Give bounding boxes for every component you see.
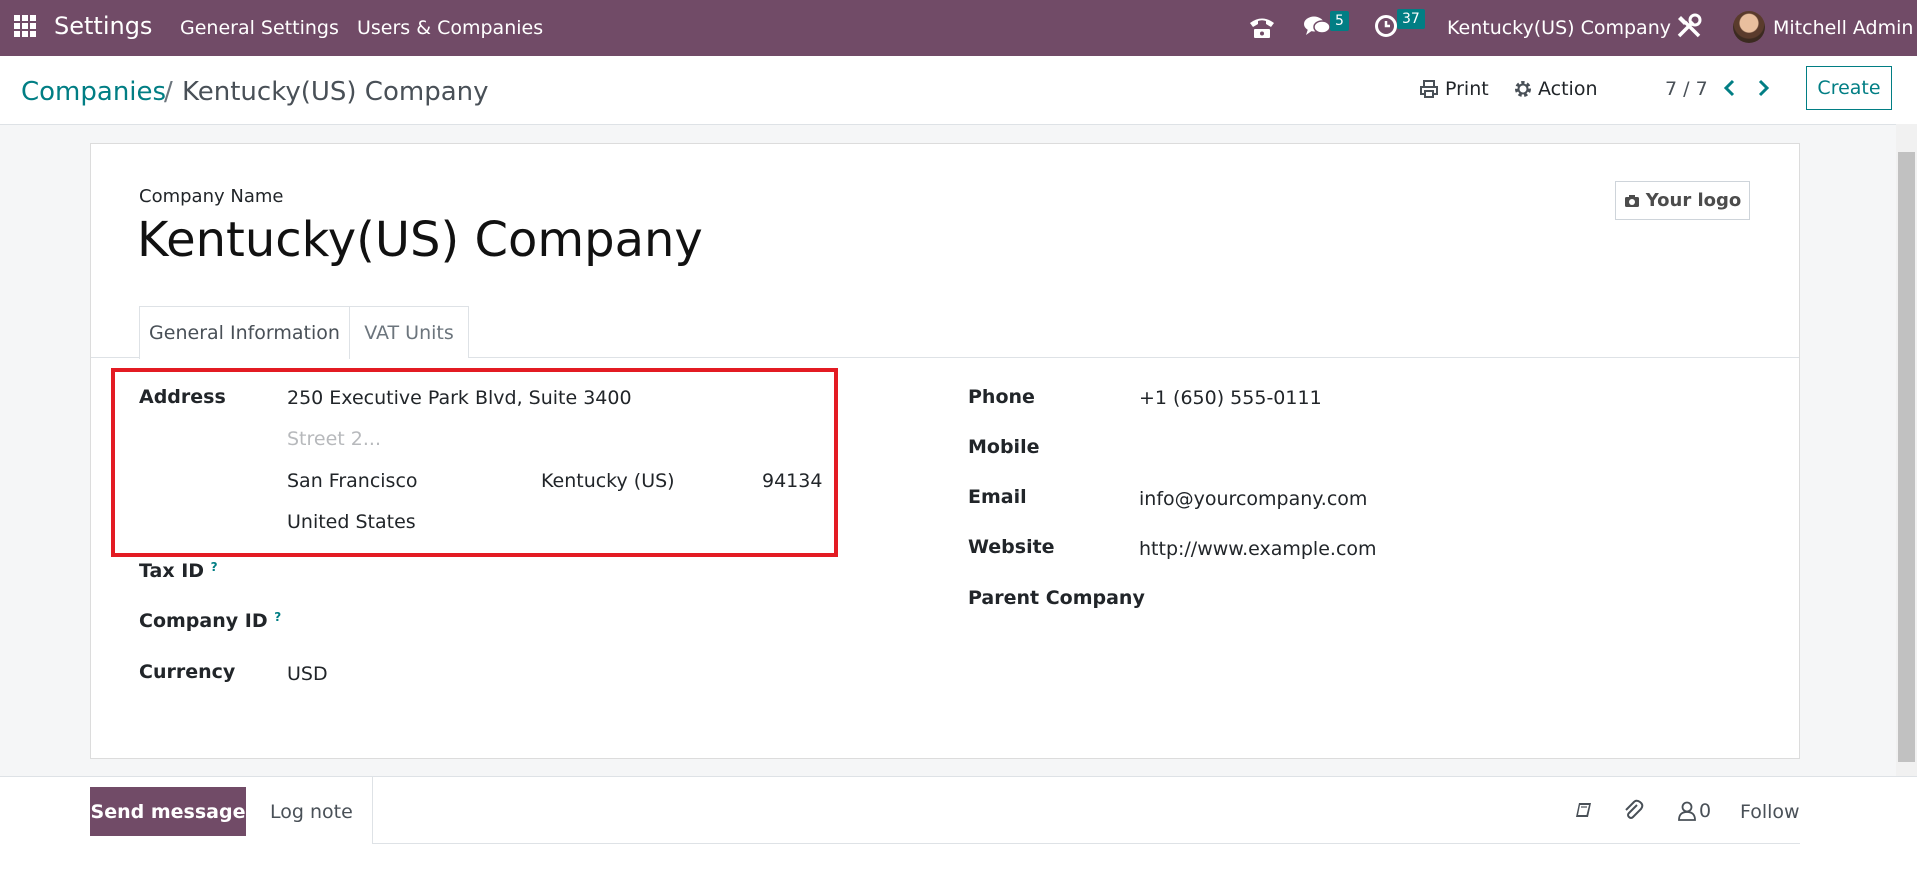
currency-field[interactable]: USD [287,663,328,685]
address-highlight-box [111,368,838,557]
top-navbar: Settings General Settings Users & Compan… [0,0,1917,56]
follow-button[interactable]: Follow [1740,801,1800,823]
avatar[interactable] [1733,11,1765,43]
log-note-button[interactable]: Log note [270,801,353,823]
debug-tools-icon[interactable] [1675,12,1703,40]
print-button[interactable]: Print [1419,78,1489,100]
website-label: Website [968,536,1055,558]
company-switcher[interactable]: Kentucky(US) Company [1447,17,1671,39]
mobile-label: Mobile [968,436,1040,458]
gear-icon [1514,80,1532,98]
logo-upload-button[interactable]: Your logo [1615,181,1750,220]
create-button[interactable]: Create [1806,66,1892,110]
print-label: Print [1445,78,1489,100]
website-field[interactable]: http://www.example.com [1139,538,1377,560]
app-name[interactable]: Settings [54,12,152,40]
app-menu-icon[interactable] [14,15,36,37]
company-id-help-icon[interactable]: ? [274,610,281,624]
tax-id-label: Tax ID ? [139,560,218,582]
pager-previous-icon[interactable] [1722,78,1738,98]
chatter-bottom-line [372,843,1800,844]
camera-icon [1624,194,1640,208]
pager-next-icon[interactable] [1755,78,1771,98]
tab-general-information[interactable]: General Information [139,306,350,359]
chatter [0,776,1917,882]
action-button[interactable]: Action [1514,78,1598,100]
company-name-field[interactable]: Kentucky(US) Company [137,212,703,268]
breadcrumb-companies[interactable]: Companies [21,77,166,107]
user-icon [1678,801,1696,821]
attachment-icon[interactable] [1622,799,1644,821]
tab-vat-units[interactable]: VAT Units [350,306,469,358]
activities-icon[interactable] [1373,12,1399,38]
email-field[interactable]: info@yourcompany.com [1139,488,1367,510]
followers-count: 0 [1699,800,1712,822]
activities-badge: 37 [1397,9,1425,29]
phone-icon[interactable] [1247,12,1277,42]
currency-label: Currency [139,661,236,683]
activity-book-icon[interactable] [1574,800,1594,820]
action-label: Action [1538,78,1598,100]
phone-label: Phone [968,386,1035,408]
pager-value[interactable]: 7 / 7 [1665,78,1708,100]
user-menu[interactable]: Mitchell Admin [1773,17,1913,39]
followers-button[interactable]: 0 [1678,800,1711,822]
breadcrumb-separator: / [164,77,173,107]
messages-icon[interactable] [1303,12,1331,40]
email-label: Email [968,486,1027,508]
logo-label: Your logo [1645,190,1742,211]
scrollbar-thumb[interactable] [1898,152,1915,762]
print-icon [1419,79,1439,99]
phone-field[interactable]: +1 (650) 555-0111 [1139,387,1322,409]
menu-users-companies[interactable]: Users & Companies [357,17,543,39]
company-id-label: Company ID ? [139,610,282,632]
menu-general-settings[interactable]: General Settings [180,17,339,39]
company-name-label: Company Name [139,186,284,207]
chatter-divider [372,776,373,844]
breadcrumb-current: Kentucky(US) Company [182,77,489,107]
tax-id-help-icon[interactable]: ? [211,560,218,574]
send-message-button[interactable]: Send message [90,787,246,836]
parent-company-label: Parent Company [968,587,1145,609]
messages-badge: 5 [1330,11,1349,31]
